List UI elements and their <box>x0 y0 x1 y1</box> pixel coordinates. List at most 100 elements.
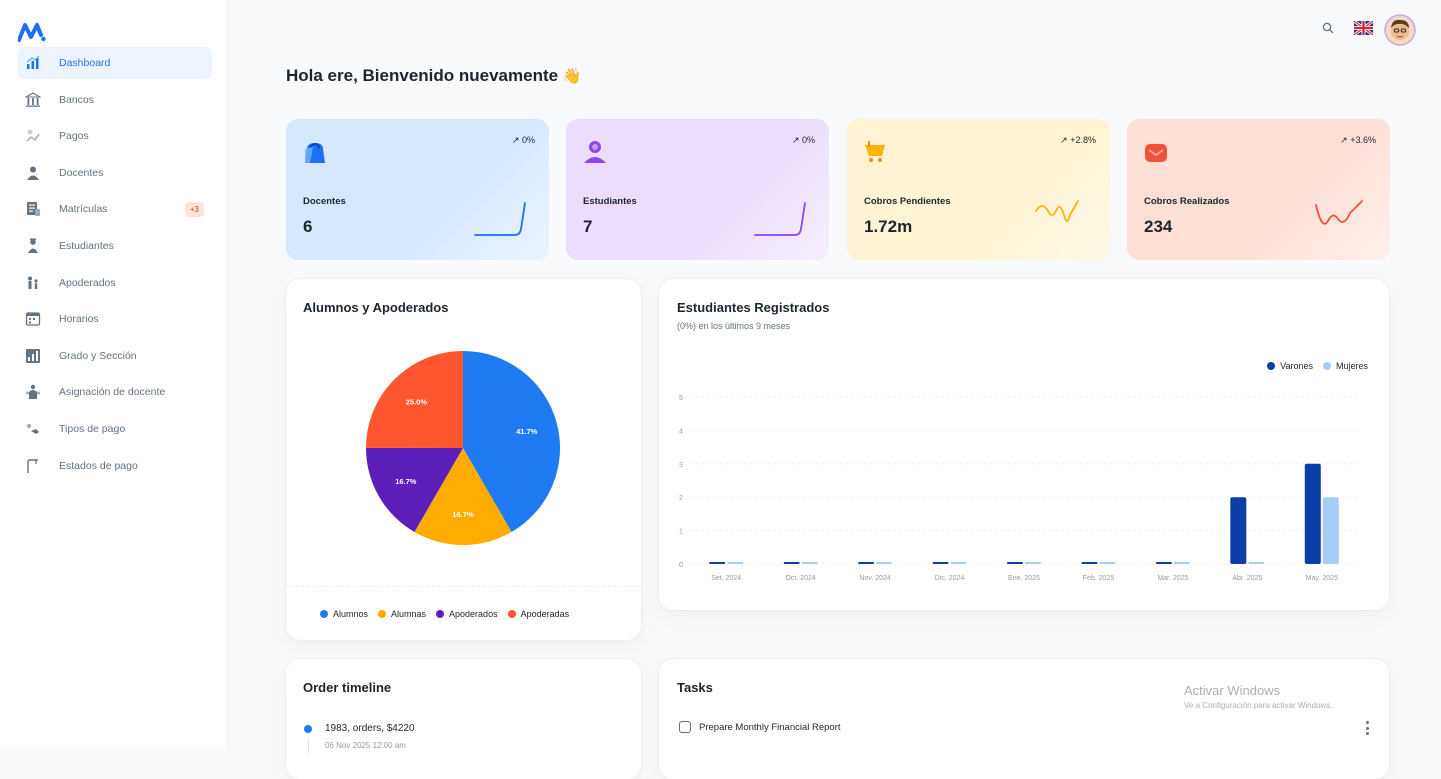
legend-label[interactable]: Apoderados <box>449 609 498 619</box>
windows-activation-watermark: Activar Windows Ve a Configuración para … <box>1184 683 1333 710</box>
sparkline <box>474 202 526 236</box>
sidebar-item-students[interactable]: Estudiantes <box>18 230 212 262</box>
sidebar-item-payments[interactable]: Pagos <box>18 120 212 152</box>
bar-legend: Varones Mujeres <box>1267 361 1368 371</box>
sidebar-item-label: Asignación de docente <box>59 386 166 399</box>
sidebar-item-label: Apoderados <box>59 276 116 289</box>
bar-varones[interactable] <box>1155 562 1172 564</box>
stat-card-cobros-pendientes: ↗ +2.8% Cobros Pendientes 1.72m <box>847 119 1110 260</box>
bar-mujeres[interactable] <box>1248 562 1265 564</box>
x-tick-label: Abr. 2025 <box>1232 575 1262 582</box>
sidebar-item-label: Dashboard <box>59 57 111 69</box>
sidebar-item-assignment[interactable]: Asignación de docente <box>18 376 212 408</box>
legend-marker <box>436 610 445 618</box>
timeline-connector <box>307 739 309 753</box>
trend-up-icon: ↗ <box>1340 135 1351 145</box>
sidebar-item-teacher[interactable]: Docentes <box>18 157 212 189</box>
sidebar-item-label: Pagos <box>59 130 89 143</box>
bar-varones[interactable] <box>783 562 800 564</box>
stat-card-cobros-realizados: ↗ +3.6% Cobros Realizados 234 <box>1127 119 1390 260</box>
bar-varones[interactable] <box>1007 562 1023 564</box>
task-checkbox[interactable] <box>679 721 691 733</box>
bar-varones[interactable] <box>709 562 726 564</box>
sidebar-item-bank[interactable]: Bancos <box>18 84 212 116</box>
pie-chart-panel: Alumnos y Apoderados 41.7% 16.7% 16.7% 25.0… <box>286 279 641 640</box>
bar-mujeres[interactable] <box>1099 562 1116 564</box>
stat-value: 1.72m <box>864 217 913 236</box>
legend-label[interactable]: Varones <box>1280 361 1313 371</box>
pie-data-label: 41.7% <box>516 427 538 436</box>
sidebar-item-payment-status[interactable]: Estados de pago <box>18 450 212 482</box>
bar-mujeres[interactable] <box>801 562 818 564</box>
y-tick-label: 3 <box>679 462 683 469</box>
stat-label: Docentes <box>303 196 346 207</box>
bar-chart-subtitle: (0%) en los últimos 9 meses <box>677 321 791 331</box>
sidebar-item-schedule[interactable]: Horarios <box>18 303 212 335</box>
y-tick-label: 0 <box>679 562 683 569</box>
logo-icon[interactable] <box>18 22 46 42</box>
pie-legend: Alumnos Alumnas Apoderados Apoderadas <box>320 609 569 619</box>
x-tick-label: Mar. 2025 <box>1157 575 1188 582</box>
bar-varones[interactable] <box>1304 463 1321 564</box>
legend-marker <box>1322 362 1331 370</box>
guardians-icon <box>25 275 41 291</box>
pie-data-label: 25.0% <box>406 397 428 406</box>
search-icon[interactable] <box>1322 22 1334 34</box>
timeline-text: 1983, orders, $4220 <box>325 723 415 734</box>
y-tick-label: 4 <box>679 428 683 435</box>
payment-types-icon <box>25 421 41 437</box>
legend-label[interactable]: Alumnos <box>333 609 368 619</box>
x-tick-label: May. 2025 <box>1306 575 1338 582</box>
bar-varones[interactable] <box>858 562 875 564</box>
watermark-title: Activar Windows <box>1184 683 1281 698</box>
sidebar-item-label: Docentes <box>59 166 104 179</box>
sidebar-item-label: Horarios <box>59 313 99 326</box>
bar-varones[interactable] <box>1230 497 1247 564</box>
sidebar-item-payment-types[interactable]: Tipos de pago <box>18 413 212 445</box>
assignment-icon <box>25 384 41 400</box>
stat-value: 234 <box>1144 217 1173 236</box>
x-tick-label: Dic. 2024 <box>935 575 965 582</box>
sidebar-item-grade[interactable]: Grado y Sección <box>18 340 212 372</box>
x-tick-label: Ene. 2025 <box>1008 575 1040 582</box>
y-tick-label: 5 <box>679 395 683 402</box>
order-timeline-title: Order timeline <box>303 680 392 695</box>
x-tick-label: Set. 2024 <box>711 575 741 582</box>
sidebar-item-enrollment[interactable]: Matrículas +3 <box>18 193 212 225</box>
sidebar-item-label: Matrículas <box>59 203 108 216</box>
uk-flag-icon[interactable] <box>1354 21 1373 35</box>
bar-varones[interactable] <box>1081 562 1098 564</box>
stat-label: Cobros Realizados <box>1144 196 1230 207</box>
bar-mujeres[interactable] <box>1173 562 1190 564</box>
task-more-icon[interactable] <box>1366 721 1370 735</box>
legend-label[interactable]: Mujeres <box>1336 361 1368 371</box>
bar-mujeres[interactable] <box>1322 497 1339 564</box>
trend-value: 0% <box>521 135 535 145</box>
bar-mujeres[interactable] <box>950 562 967 564</box>
bar-mujeres[interactable] <box>1025 562 1041 564</box>
task-item: Prepare Monthly Financial Report <box>679 721 841 733</box>
schedule-icon <box>25 311 41 327</box>
trend-up-icon: ↗ <box>511 135 522 145</box>
bar-varones[interactable] <box>932 562 949 564</box>
y-tick-label: 2 <box>679 495 683 502</box>
trend-up-icon: ↗ <box>1060 135 1071 145</box>
tasks-panel: Tasks Prepare Monthly Financial Report <box>659 659 1389 779</box>
legend-label[interactable]: Alumnas <box>391 609 426 619</box>
order-timeline-panel: Order timeline 1983, orders, $4220 06 No… <box>286 659 641 779</box>
legend-marker <box>378 610 387 618</box>
notification-badge: +3 <box>184 201 204 217</box>
avatar-icon[interactable] <box>1384 14 1416 46</box>
sparkline <box>754 202 806 236</box>
bar-mujeres[interactable] <box>727 562 744 564</box>
sidebar-item-dashboard[interactable]: Dashboard <box>18 47 212 79</box>
sidebar-item-guardians[interactable]: Apoderados <box>18 267 212 299</box>
trend-value: 0% <box>801 135 815 145</box>
legend-label[interactable]: Apoderadas <box>521 609 570 619</box>
x-tick-label: Nov. 2024 <box>859 575 890 582</box>
pie-data-label: 16.7% <box>395 477 417 486</box>
stat-card-estudiantes: ↗ 0% Estudiantes 7 <box>566 119 829 260</box>
user-icon <box>584 141 606 163</box>
bar-chart: 0 1 2 3 4 5 Set. 2024 Oct. 2024 Nov. 2024 Dic. 20… <box>679 395 1359 582</box>
bar-mujeres[interactable] <box>876 562 893 564</box>
